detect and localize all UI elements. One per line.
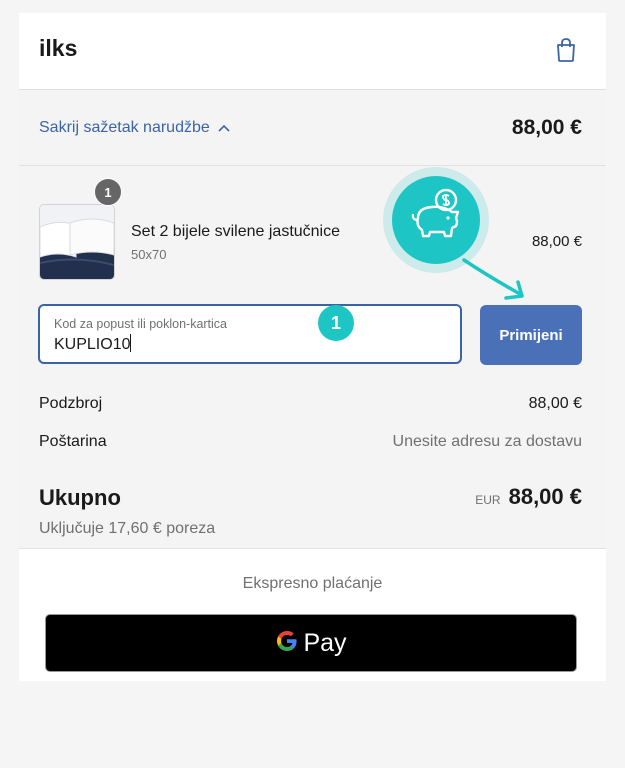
hide-summary-toggle[interactable]: Sakrij sažetak narudžbe <box>39 119 230 137</box>
quantity-badge: 1 <box>94 178 122 206</box>
order-summary: Sakrij sažetak narudžbe 88,00 € 1 Set 2 … <box>19 90 606 549</box>
product-thumbnail <box>39 204 115 280</box>
hide-summary-label: Sakrij sažetak narudžbe <box>39 119 210 136</box>
discount-code-label: Kod za popust ili poklon-kartica <box>54 317 228 331</box>
subtotal-label: Podzbroj <box>39 395 103 412</box>
chevron-up-icon <box>218 119 230 137</box>
summary-toggle-row: Sakrij sažetak narudžbe 88,00 € <box>19 90 606 166</box>
total-value: 88,00 € <box>508 484 582 509</box>
currency-code: EUR <box>475 493 501 507</box>
arrow-to-apply-icon <box>460 256 532 311</box>
store-header: ilks <box>19 13 606 90</box>
google-g-icon <box>275 629 299 658</box>
summary-total: 88,00 € <box>511 116 582 139</box>
piggy-bank-icon <box>406 186 468 253</box>
express-checkout-title: Ekspresno plaćanje <box>242 575 383 592</box>
total-label: Ukupno <box>39 485 121 510</box>
apply-discount-button[interactable]: Primijeni <box>480 305 582 365</box>
discount-code-field[interactable]: Kod za popust ili poklon-kartica KUPLIO1… <box>38 304 462 364</box>
subtotal-value: 88,00 € <box>528 395 582 412</box>
product-name: Set 2 bijele svilene jastučnice <box>131 223 341 240</box>
text-cursor <box>130 334 132 352</box>
checkout-card: ilks Sakrij sažetak narudžbe 88,00 € 1 S… <box>19 13 606 681</box>
shopping-bag-icon[interactable] <box>555 37 577 68</box>
shipping-value: Unesite adresu za dostavu <box>392 433 582 450</box>
total-amount: EUR 88,00 € <box>475 484 582 510</box>
google-pay-label: Pay <box>303 628 347 657</box>
discount-code-input[interactable]: KUPLIO10 <box>54 334 132 354</box>
shipping-label: Poštarina <box>39 433 107 450</box>
tax-note: Uključuje 17,60 € poreza <box>39 520 216 537</box>
discount-code-value: KUPLIO10 <box>54 336 131 353</box>
product-variant: 50x70 <box>131 247 167 262</box>
store-logo[interactable]: ilks <box>39 35 77 62</box>
product-price: 88,00 € <box>531 233 582 250</box>
tutorial-step-badge: 1 <box>318 305 354 341</box>
google-pay-button[interactable]: Pay <box>45 614 577 672</box>
